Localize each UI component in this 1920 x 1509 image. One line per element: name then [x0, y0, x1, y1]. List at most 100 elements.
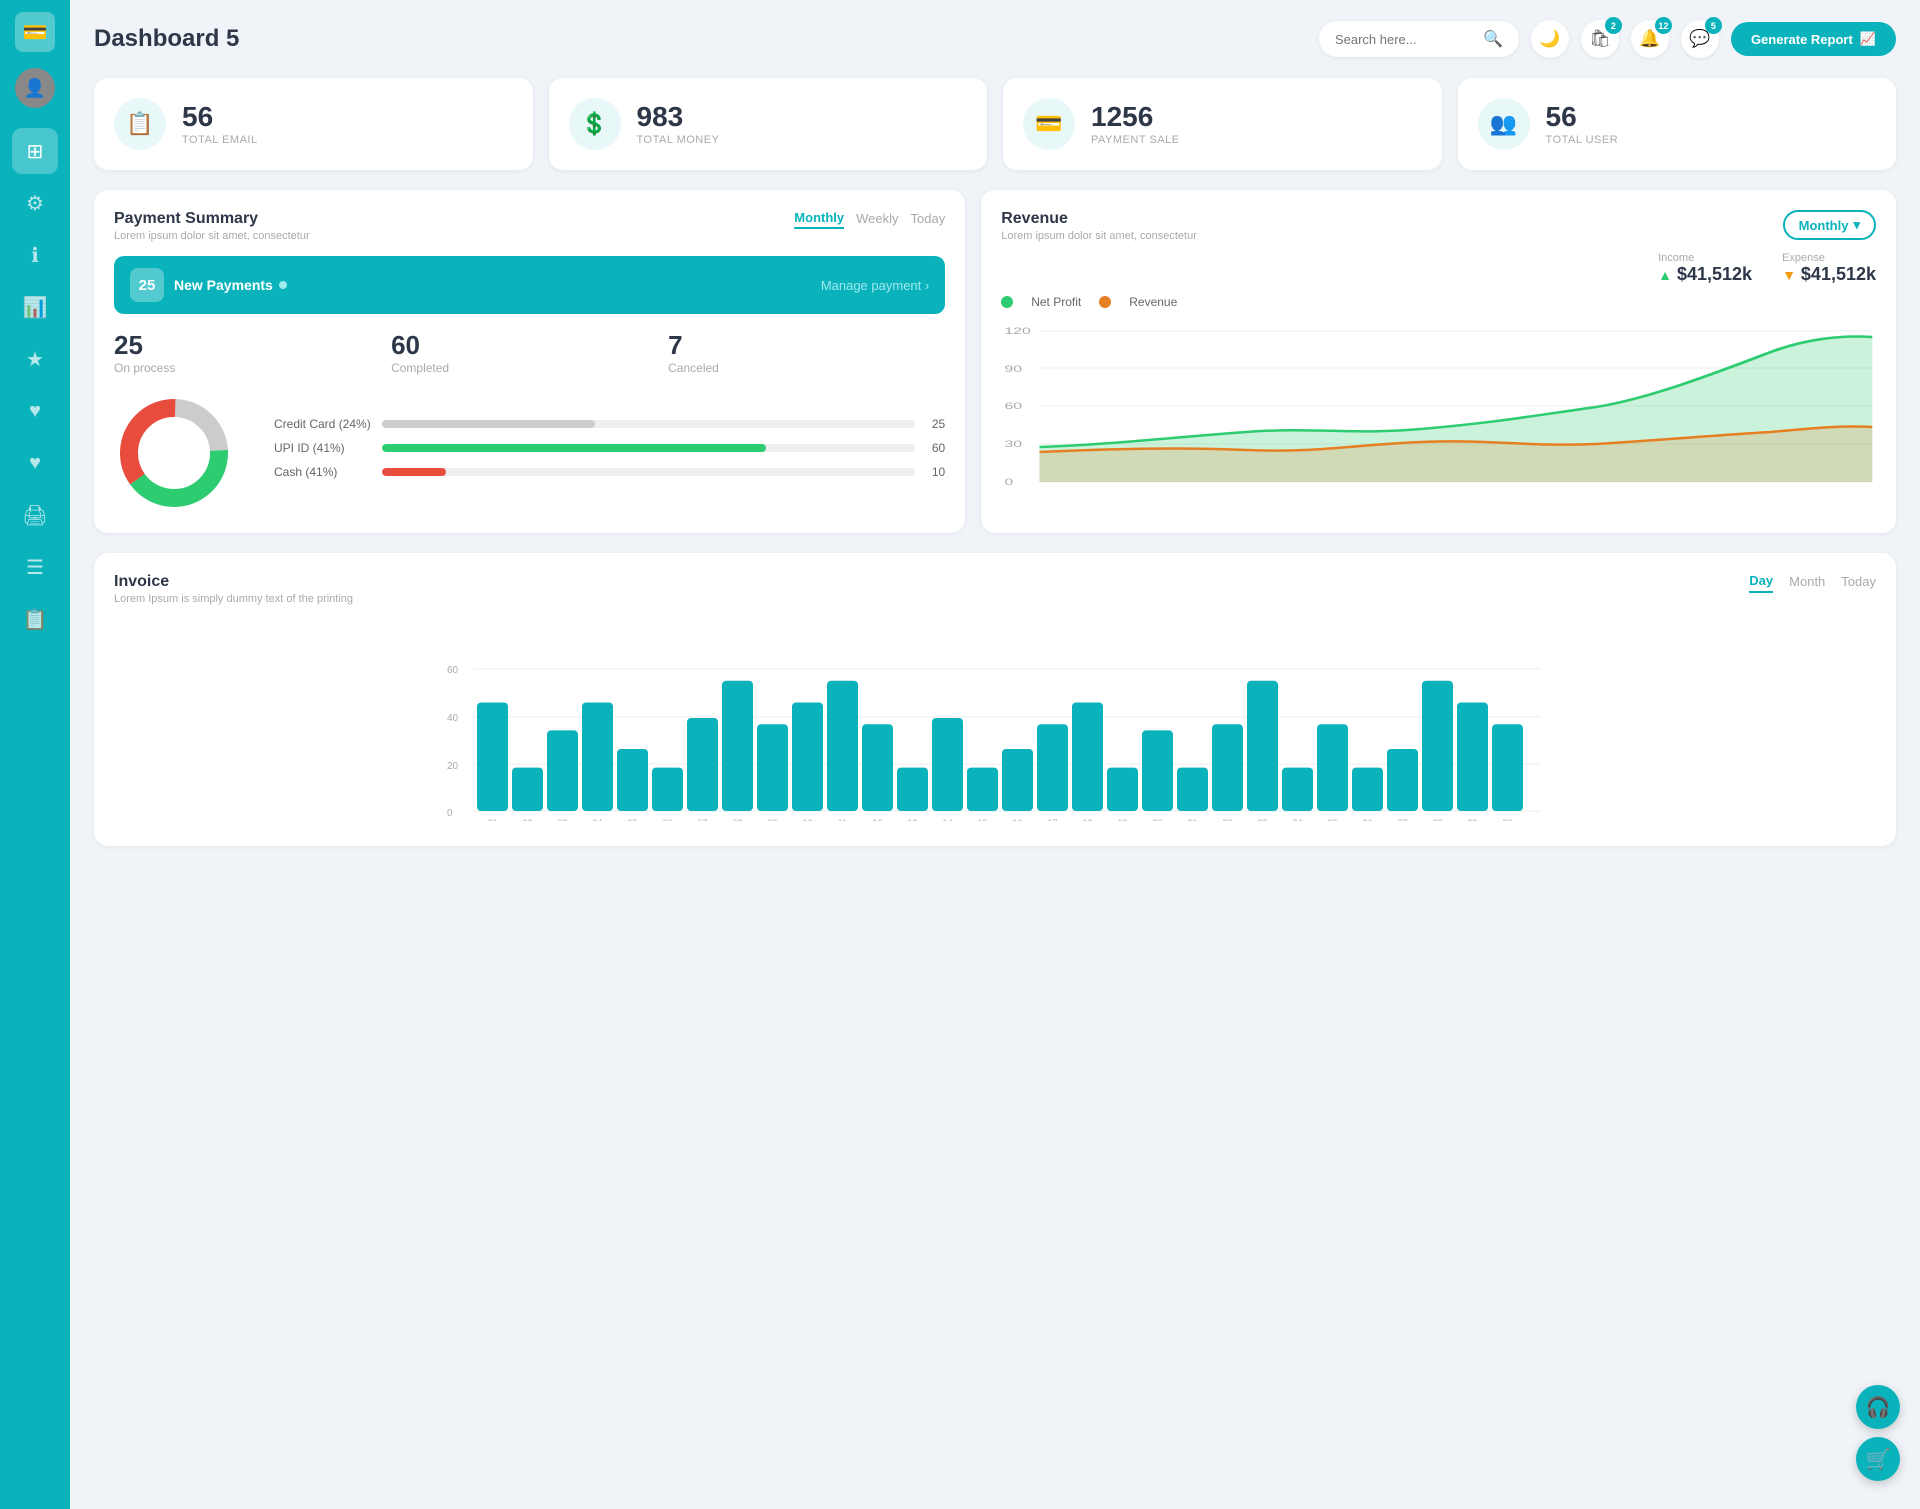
bell-button[interactable]: 🔔 12 — [1631, 20, 1669, 58]
sidebar-item-dashboard[interactable]: ⊞ — [12, 128, 58, 174]
tab-weekly[interactable]: Weekly — [856, 211, 898, 228]
bar-12[interactable] — [862, 724, 893, 811]
bar-14[interactable] — [932, 718, 963, 811]
bar-label-22: 22 — [1222, 818, 1232, 821]
bar-09[interactable] — [757, 724, 788, 811]
tab-today[interactable]: Today — [911, 211, 946, 228]
inv-tab-month[interactable]: Month — [1789, 574, 1825, 592]
bar-03[interactable] — [547, 730, 578, 811]
bar-17[interactable] — [1037, 724, 1068, 811]
money-stat-label: TOTAL MONEY — [637, 134, 720, 146]
user-stat-label: TOTAL USER — [1546, 134, 1619, 146]
bar-23[interactable] — [1247, 681, 1278, 811]
dashboard-icon: ⊞ — [27, 139, 44, 164]
bar-05[interactable] — [617, 749, 648, 811]
cart-button[interactable]: 🛍 2 — [1581, 20, 1619, 58]
bar-15[interactable] — [967, 768, 998, 811]
theme-toggle-button[interactable]: 🌙 — [1531, 20, 1569, 58]
income-label: Income — [1658, 252, 1752, 264]
manage-payment-text: Manage payment — [821, 278, 921, 293]
inv-tab-today[interactable]: Today — [1841, 574, 1876, 592]
avatar-icon: 👤 — [24, 78, 46, 99]
donut-svg — [114, 393, 234, 513]
sidebar-logo[interactable]: 💳 — [15, 12, 55, 52]
bar-25[interactable] — [1317, 724, 1348, 811]
payment-summary-subtitle: Lorem ipsum dolor sit amet, consectetur — [114, 230, 310, 242]
payment-stat-info: 1256 PAYMENT SALE — [1091, 103, 1180, 146]
revenue-monthly-dropdown[interactable]: Monthly ▾ — [1783, 210, 1876, 240]
wallet-icon: 💳 — [23, 20, 48, 45]
bar-02[interactable] — [512, 768, 543, 811]
cart-float-button[interactable]: 🛒 — [1856, 1437, 1900, 1481]
bar-22[interactable] — [1212, 724, 1243, 811]
sidebar-item-fav[interactable]: ♥ — [12, 388, 58, 434]
generate-report-button[interactable]: Generate Report 📈 — [1731, 22, 1896, 56]
netprofit-legend-label: Net Profit — [1031, 295, 1081, 309]
sidebar-item-analytics[interactable]: 📊 — [12, 284, 58, 330]
sidebar-item-list[interactable]: ☰ — [12, 544, 58, 590]
bar-label-27: 27 — [1397, 818, 1407, 821]
bar-28[interactable] — [1422, 681, 1453, 811]
chat-button[interactable]: 💬 5 — [1681, 20, 1719, 58]
bar-24[interactable] — [1282, 768, 1313, 811]
email-stat-value: 56 — [182, 103, 258, 131]
email-stat-icon: 📋 — [114, 98, 166, 150]
expense-item: Expense ▼ $41,512k — [1782, 252, 1876, 285]
svg-text:60: 60 — [1005, 401, 1023, 412]
sidebar-item-settings[interactable]: ⚙ — [12, 180, 58, 226]
netprofit-legend-dot — [1001, 296, 1013, 308]
bar-label-02: 02 — [522, 818, 532, 821]
stat3-onprocess: 25 On process — [114, 330, 391, 375]
print-icon: 🖨 — [22, 503, 47, 528]
bar-13[interactable] — [897, 768, 928, 811]
sidebar-item-fav2[interactable]: ♥ — [12, 440, 58, 486]
payment-summary-header: Payment Summary Lorem ipsum dolor sit am… — [114, 210, 945, 242]
bar-21[interactable] — [1177, 768, 1208, 811]
bar-26[interactable] — [1352, 768, 1383, 811]
bar-19[interactable] — [1107, 768, 1138, 811]
bar-07[interactable] — [687, 718, 718, 811]
bar-label-15: 15 — [977, 818, 987, 821]
bar-08[interactable] — [722, 681, 753, 811]
bar-27[interactable] — [1387, 749, 1418, 811]
bar-04[interactable] — [582, 703, 613, 812]
bar-30[interactable] — [1492, 724, 1523, 811]
search-box[interactable]: 🔍 — [1319, 21, 1519, 57]
bar-label-04: 04 — [592, 818, 602, 821]
bar-18[interactable] — [1072, 703, 1103, 812]
bar-label-12: 12 — [872, 818, 882, 821]
bar-06[interactable] — [652, 768, 683, 811]
bar-01[interactable] — [477, 703, 508, 812]
sidebar-item-info[interactable]: ℹ — [12, 232, 58, 278]
invoice-title: Invoice — [114, 573, 353, 591]
search-input[interactable] — [1335, 32, 1475, 47]
user-avatar[interactable]: 👤 — [15, 68, 55, 108]
cc-label: Credit Card (24%) — [274, 417, 374, 431]
bar-20[interactable] — [1142, 730, 1173, 811]
search-icon: 🔍 — [1483, 29, 1503, 49]
cc-bar-fill — [382, 420, 595, 428]
bar-29[interactable] — [1457, 703, 1488, 812]
revenue-dropdown-label: Monthly — [1799, 218, 1849, 233]
bar-label-09: 09 — [767, 818, 777, 821]
bar-10[interactable] — [792, 703, 823, 812]
cc-bar-bg — [382, 420, 915, 428]
svg-text:60: 60 — [447, 665, 459, 676]
stat3-completed: 60 Completed — [391, 330, 668, 375]
payment-stat-icon: 💳 — [1023, 98, 1075, 150]
revenue-subtitle: Lorem ipsum dolor sit amet, consectetur — [1001, 230, 1197, 242]
sidebar-item-print[interactable]: 🖨 — [12, 492, 58, 538]
income-value: ▲ $41,512k — [1658, 264, 1752, 285]
sidebar-item-docs[interactable]: 📋 — [12, 596, 58, 642]
bar-16[interactable] — [1002, 749, 1033, 811]
star-icon: ★ — [26, 347, 44, 372]
support-float-button[interactable]: 🎧 — [1856, 1385, 1900, 1429]
manage-payment-link[interactable]: Manage payment › — [821, 278, 929, 293]
tab-monthly[interactable]: Monthly — [794, 210, 844, 229]
expense-arrow-icon: ▼ — [1782, 267, 1796, 283]
bar-label-30: 30 — [1502, 818, 1512, 821]
sidebar-item-star[interactable]: ★ — [12, 336, 58, 382]
bar-label-14: 14 — [942, 818, 952, 821]
inv-tab-day[interactable]: Day — [1749, 573, 1773, 593]
bar-11[interactable] — [827, 681, 858, 811]
